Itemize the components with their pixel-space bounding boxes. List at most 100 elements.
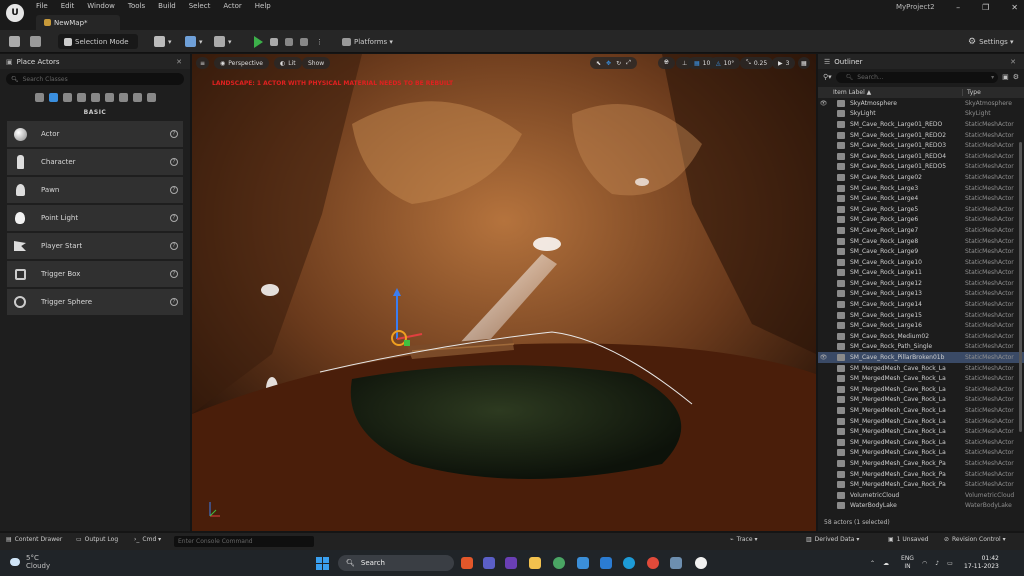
translate-tool-icon[interactable]: ✥ xyxy=(606,60,611,67)
menu-window[interactable]: Window xyxy=(87,2,115,10)
outliner-row[interactable]: WaterZoneWaterZone xyxy=(818,511,1024,513)
map-tab[interactable]: NewMap* xyxy=(36,15,120,30)
windows-start-icon[interactable] xyxy=(316,557,329,570)
world-local-icon[interactable]: 🌐︎ xyxy=(658,57,675,69)
weather-widget[interactable]: 5°C Cloudy xyxy=(26,554,50,570)
lights-category-icon[interactable] xyxy=(62,93,72,102)
outliner-row[interactable]: SM_Cave_Rock_Large14 StaticMeshActor xyxy=(818,299,1024,310)
menu-select[interactable]: Select xyxy=(189,2,211,10)
shapes-category-icon[interactable] xyxy=(146,93,156,102)
add-actor-icon[interactable]: ▾ xyxy=(154,34,172,49)
help-icon[interactable]: ? xyxy=(170,130,178,138)
onedrive-icon[interactable]: ☁ xyxy=(883,560,889,567)
scale-tool-icon[interactable]: ⤢ xyxy=(626,59,631,67)
outliner-scrollbar[interactable] xyxy=(1019,142,1022,432)
outliner-row[interactable]: WaterBodyLake WaterBodyLake xyxy=(818,501,1024,512)
outliner-row[interactable]: SkyLight SkyLight xyxy=(818,109,1024,120)
actor-item-player-start[interactable]: Player Start ? xyxy=(7,233,183,259)
taskbar-clock[interactable]: 01:42 17-11-2023 xyxy=(964,555,999,571)
menu-build[interactable]: Build xyxy=(158,2,176,10)
cinematic-category-icon[interactable] xyxy=(76,93,86,102)
unreal-engine-taskbar-icon[interactable] xyxy=(695,557,707,569)
viewport-menu-icon[interactable]: ≡ xyxy=(196,57,210,69)
outliner-row[interactable]: SM_Cave_Rock_Large15 StaticMeshActor xyxy=(818,310,1024,321)
outliner-row[interactable]: SM_Cave_Rock_Large3 StaticMeshActor xyxy=(818,183,1024,194)
edge-icon[interactable] xyxy=(623,557,635,569)
tray-overflow-icon[interactable]: ⌃ xyxy=(870,560,875,567)
save-icon[interactable] xyxy=(9,34,23,49)
outliner-row[interactable]: SM_MergedMesh_Cave_Rock_La StaticMeshActo… xyxy=(818,448,1024,459)
help-icon[interactable]: ? xyxy=(170,186,178,194)
help-icon[interactable]: ? xyxy=(170,270,178,278)
selection-mode-dropdown[interactable]: Selection Mode xyxy=(58,34,138,49)
play-options-icon[interactable]: ⋮ xyxy=(316,34,323,49)
actor-item-pawn[interactable]: Pawn ? xyxy=(7,177,183,203)
maximize-button[interactable]: ❐ xyxy=(982,3,989,12)
actor-item-point-light[interactable]: Point Light ? xyxy=(7,205,183,231)
outliner-row[interactable]: SM_Cave_Rock_Large16 StaticMeshActor xyxy=(818,320,1024,331)
menu-file[interactable]: File xyxy=(36,2,48,10)
actor-item-trigger-sphere[interactable]: Trigger Sphere ? xyxy=(7,289,183,315)
chrome-icon[interactable] xyxy=(553,557,565,569)
play-button[interactable] xyxy=(254,34,269,49)
menu-tools[interactable]: Tools xyxy=(128,2,145,10)
place-actors-tab[interactable]: ▣ Place Actors ✕ xyxy=(0,54,190,69)
perspective-button[interactable]: ◉ Perspective xyxy=(214,57,269,69)
outliner-settings-icon[interactable]: ⚙ xyxy=(1013,73,1019,81)
volumes-category-icon[interactable] xyxy=(118,93,128,102)
geometry-category-icon[interactable] xyxy=(104,93,114,102)
outliner-row[interactable]: SM_Cave_Rock_Large01_REDO4 StaticMeshActo… xyxy=(818,151,1024,162)
outliner-row[interactable]: SM_Cave_Rock_Large10 StaticMeshActor xyxy=(818,257,1024,268)
outliner-search-input[interactable]: 🔍︎ Search... ▾ xyxy=(835,71,999,83)
outliner-row[interactable]: SM_Cave_Rock_Large11 StaticMeshActor xyxy=(818,268,1024,279)
visual-effects-category-icon[interactable] xyxy=(90,93,100,102)
chrome-profile-icon[interactable] xyxy=(647,557,659,569)
item-label-column[interactable]: Item Label ▲ xyxy=(818,89,963,96)
outliner-row[interactable]: SM_Cave_Rock_Large4 StaticMeshActor xyxy=(818,193,1024,204)
outliner-row[interactable]: SM_Cave_Rock_Large7 StaticMeshActor xyxy=(818,225,1024,236)
outliner-row[interactable]: SM_MergedMesh_Cave_Rock_La StaticMeshActo… xyxy=(818,416,1024,427)
outliner-row[interactable]: SM_Cave_Rock_Large01_REDO5 StaticMeshActo… xyxy=(818,162,1024,173)
unsaved-button[interactable]: ▣ 1 Unsaved xyxy=(888,536,928,543)
outliner-row[interactable]: SM_MergedMesh_Cave_Rock_La StaticMeshActo… xyxy=(818,437,1024,448)
search-classes-input[interactable]: 🔍︎ Search Classes xyxy=(6,73,184,85)
menu-actor[interactable]: Actor xyxy=(223,2,241,10)
content-browser-icon[interactable] xyxy=(30,34,44,49)
cmd-dropdown[interactable]: ›_ Cmd ▾ xyxy=(134,536,161,543)
output-log-button[interactable]: ▭ Output Log xyxy=(76,536,118,543)
basic-category-icon[interactable] xyxy=(48,93,58,102)
photos-icon[interactable] xyxy=(670,557,682,569)
close-icon[interactable]: ✕ xyxy=(1010,58,1016,66)
stop-icon[interactable] xyxy=(285,34,296,49)
outliner-row[interactable]: SM_Cave_Rock_Large01_REDO2 StaticMeshActo… xyxy=(818,130,1024,141)
outliner-row[interactable]: SM_Cave_Rock_Large01_REDO StaticMeshActor xyxy=(818,119,1024,130)
rotation-snap-button[interactable]: ◬ 10° xyxy=(710,57,741,69)
visibility-eye-icon[interactable]: 👁︎ xyxy=(818,100,829,107)
revision-control-button[interactable]: ⊘ Revision Control ▾ xyxy=(944,536,1006,543)
outliner-row[interactable]: SM_MergedMesh_Cave_Rock_La StaticMeshActo… xyxy=(818,405,1024,416)
menu-help[interactable]: Help xyxy=(255,2,271,10)
outliner-row[interactable]: SM_MergedMesh_Cave_Rock_La StaticMeshActo… xyxy=(818,426,1024,437)
filter-icon[interactable]: ⚲▾ xyxy=(823,73,832,81)
battery-icon[interactable]: ▭ xyxy=(947,560,953,567)
viewport-layout-icon[interactable]: ▦ xyxy=(798,57,810,69)
outliner-row[interactable]: SM_Cave_Rock_Large12 StaticMeshActor xyxy=(818,278,1024,289)
taskbar-search[interactable]: 🔍︎ Search xyxy=(338,555,454,571)
settings-dropdown[interactable]: ⚙ Settings ▾ xyxy=(968,34,1014,49)
content-drawer-button[interactable]: ▤ Content Drawer xyxy=(6,536,62,543)
outliner-row[interactable]: VolumetricCloud VolumetricCloud xyxy=(818,490,1024,501)
help-icon[interactable]: ? xyxy=(170,298,178,306)
help-icon[interactable]: ? xyxy=(170,158,178,166)
outliner-row[interactable]: 👁︎ SM_Cave_Rock_PillarBroken01b StaticMesh… xyxy=(818,352,1024,363)
outliner-row[interactable]: SM_MergedMesh_Cave_Rock_La StaticMeshActo… xyxy=(818,395,1024,406)
close-icon[interactable]: ✕ xyxy=(176,58,182,66)
actor-item-trigger-box[interactable]: Trigger Box ? xyxy=(7,261,183,287)
outliner-row[interactable]: SM_Cave_Rock_Medium02 StaticMeshActor xyxy=(818,331,1024,342)
unreal-logo-icon[interactable]: U xyxy=(6,4,24,22)
outliner-row[interactable]: SM_Cave_Rock_Large9 StaticMeshActor xyxy=(818,246,1024,257)
outliner-row[interactable]: SM_Cave_Rock_Large5 StaticMeshActor xyxy=(818,204,1024,215)
scale-snap-button[interactable]: ⤡ 0.25 xyxy=(740,57,774,69)
add-folder-icon[interactable]: ▣ xyxy=(1002,73,1009,81)
select-tool-icon[interactable]: ⬉ xyxy=(596,60,601,67)
actor-item-character[interactable]: Character ? xyxy=(7,149,183,175)
